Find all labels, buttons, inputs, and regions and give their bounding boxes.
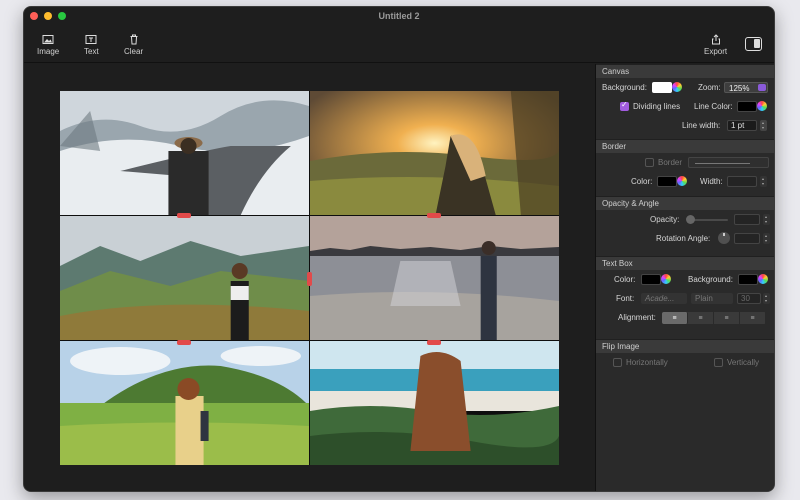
- opacity-section-header: Opacity & Angle: [596, 196, 774, 210]
- sidebar-toggle-icon[interactable]: [745, 37, 762, 51]
- line-width-label: Line width:: [682, 121, 721, 130]
- border-checkbox[interactable]: [645, 158, 654, 167]
- resize-handle[interactable]: [427, 213, 441, 218]
- clear-label: Clear: [124, 47, 144, 56]
- alignment-segmented-control: ≡ ≡ ≡ ≡: [662, 312, 766, 324]
- text-label: Text: [84, 47, 99, 56]
- textbox-row-2: Font: Acade... Plain 30: [596, 289, 774, 308]
- image-icon: [42, 35, 54, 44]
- canvas-row-2: Dividing lines Line Color:: [596, 97, 774, 116]
- clear-button[interactable]: Clear: [124, 34, 143, 56]
- flip-vertical-checkbox[interactable]: [714, 358, 723, 367]
- ocean-beach-photo[interactable]: [310, 341, 559, 465]
- border-width-stepper[interactable]: [760, 176, 767, 187]
- opacity-label: Opacity:: [650, 215, 680, 224]
- chevron-updown-icon: [758, 84, 766, 91]
- border-section-header: Border: [596, 139, 774, 153]
- text-color-label: Color:: [614, 275, 636, 284]
- color-wheel-icon[interactable]: [672, 82, 682, 92]
- background-label: Background:: [602, 83, 647, 92]
- alignment-label: Alignment:: [618, 313, 656, 322]
- align-right-icon[interactable]: ≡: [714, 312, 740, 324]
- rotation-row: Rotation Angle:: [596, 229, 774, 248]
- snowy-road-photo[interactable]: [60, 91, 309, 215]
- opacity-slider-knob[interactable]: [686, 215, 695, 224]
- inspector-panel: Canvas Background: Zoom: 125% Dividing l…: [595, 64, 774, 491]
- resize-handle[interactable]: [177, 340, 191, 345]
- font-style-select[interactable]: Plain: [691, 293, 733, 304]
- toolbar: Image Text Clear Export: [24, 29, 774, 63]
- app-window: Untitled 2 Image Text Clear Export Canva…: [23, 6, 775, 492]
- border-style-select[interactable]: [688, 157, 769, 168]
- canvas-row-3: Line width: 1 pt: [596, 116, 774, 135]
- flip-section-header: Flip Image: [596, 339, 774, 353]
- title-bar: Untitled 2: [24, 7, 774, 29]
- align-center-icon[interactable]: ≡: [688, 312, 714, 324]
- font-label: Font:: [616, 294, 635, 303]
- color-wheel-icon[interactable]: [758, 274, 768, 284]
- zoom-select[interactable]: 125%: [724, 82, 768, 93]
- font-select[interactable]: Acade...: [641, 293, 687, 304]
- zoom-value: 125%: [729, 84, 750, 93]
- window-title: Untitled 2: [378, 11, 420, 21]
- mountain-valley-photo[interactable]: [60, 216, 309, 340]
- textbox-row-3: Alignment: ≡ ≡ ≡ ≡: [596, 308, 774, 327]
- border-color-label: Color:: [631, 177, 653, 186]
- zoom-label: Zoom:: [698, 83, 721, 92]
- flip-vertical-label: Vertically: [727, 358, 760, 367]
- rotation-dial[interactable]: [718, 232, 730, 244]
- canvas-row-1: Background: Zoom: 125%: [596, 78, 774, 97]
- font-size-stepper[interactable]: [763, 293, 770, 304]
- align-left-icon[interactable]: ≡: [662, 312, 688, 324]
- flip-row: Horizontally Vertically: [596, 353, 774, 372]
- font-size-field[interactable]: 30: [737, 293, 761, 304]
- add-text-button[interactable]: Text: [84, 34, 99, 56]
- green-hill-photo[interactable]: [60, 341, 309, 465]
- canvas-area: [24, 64, 595, 491]
- sunset-field-photo[interactable]: [310, 91, 559, 215]
- line-color-label: Line Color:: [694, 102, 733, 111]
- color-wheel-icon[interactable]: [661, 274, 671, 284]
- color-wheel-icon[interactable]: [757, 101, 767, 111]
- resize-handle[interactable]: [307, 272, 312, 286]
- export-button[interactable]: Export: [704, 34, 727, 56]
- line-width-field[interactable]: 1 pt: [727, 120, 757, 131]
- opacity-row: Opacity:: [596, 210, 774, 229]
- canvas-section-header: Canvas: [596, 64, 774, 78]
- border-label: Border: [658, 158, 683, 167]
- border-row-2: Color: Width:: [596, 172, 774, 191]
- border-color-swatch[interactable]: [657, 176, 677, 187]
- dividing-lines-checkbox[interactable]: [620, 100, 629, 111]
- trash-icon: [130, 34, 138, 45]
- resize-handle[interactable]: [427, 340, 441, 345]
- line-width-stepper[interactable]: [760, 120, 767, 131]
- opacity-stepper[interactable]: [763, 214, 770, 225]
- opacity-field[interactable]: [734, 214, 760, 225]
- background-color-swatch[interactable]: [652, 82, 672, 93]
- align-justify-icon[interactable]: ≡: [740, 312, 766, 324]
- border-row-1: Border: [596, 153, 774, 172]
- beach-sunset-photo[interactable]: [310, 216, 559, 340]
- resize-handle[interactable]: [177, 213, 191, 218]
- textbox-row-1: Color: Background:: [596, 270, 774, 289]
- border-width-field[interactable]: [727, 176, 757, 187]
- rotation-field[interactable]: [734, 233, 760, 244]
- flip-horizontal-checkbox[interactable]: [613, 358, 622, 367]
- image-label: Image: [37, 47, 60, 56]
- rotation-stepper[interactable]: [763, 233, 770, 244]
- text-background-swatch[interactable]: [738, 274, 758, 285]
- text-background-label: Background:: [688, 275, 733, 284]
- textbox-section-header: Text Box: [596, 256, 774, 270]
- dividing-lines-label: Dividing lines: [633, 102, 681, 111]
- add-image-button[interactable]: Image: [37, 34, 59, 56]
- flip-horizontal-label: Horizontally: [626, 358, 668, 367]
- rotation-label: Rotation Angle:: [656, 234, 711, 243]
- export-label: Export: [704, 47, 728, 56]
- share-icon: [711, 34, 720, 45]
- text-color-swatch[interactable]: [641, 274, 661, 285]
- line-color-swatch[interactable]: [737, 101, 757, 112]
- border-width-label: Width:: [700, 177, 723, 186]
- color-wheel-icon[interactable]: [677, 176, 687, 186]
- text-box-icon: [85, 35, 97, 44]
